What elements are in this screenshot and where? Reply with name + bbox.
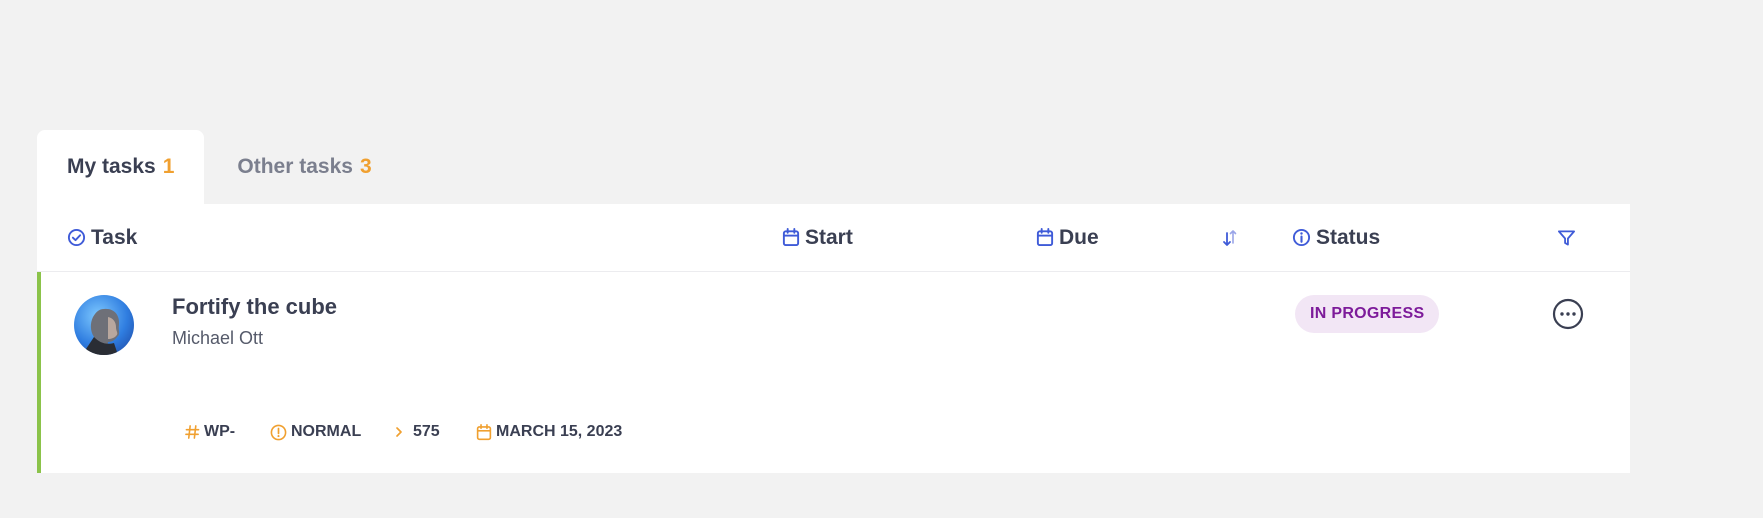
hashtag-icon (185, 425, 200, 439)
task-date-label: MARCH 15, 2023 (496, 423, 623, 440)
tab-other-tasks-count: 3 (359, 155, 372, 178)
task-list-panel: Task Start Due Status Fortify the cube M… (37, 204, 1630, 473)
sort-arrows-icon (1222, 229, 1236, 246)
calendar-icon (476, 423, 492, 440)
task-assignee: Michael Ott (172, 328, 264, 348)
column-status[interactable]: Status (1292, 204, 1380, 271)
filter-icon (1557, 229, 1576, 246)
tab-my-tasks-count: 1 (162, 155, 175, 178)
column-start[interactable]: Start (782, 204, 853, 271)
status-badge: IN PROGRESS (1295, 295, 1440, 333)
task-title[interactable]: Fortify the cube (172, 294, 337, 320)
info-icon (1292, 228, 1311, 247)
calendar-icon (782, 228, 800, 247)
more-options-button[interactable] (1551, 297, 1585, 331)
task-tabs: My tasks 1 Other tasks 3 (37, 130, 402, 204)
task-number: 575 (393, 420, 440, 444)
column-start-label: Start (805, 225, 853, 249)
sort-button[interactable] (1220, 204, 1244, 271)
task-priority: NORMAL (270, 420, 361, 444)
column-status-label: Status (1316, 225, 1381, 249)
tab-my-tasks[interactable]: My tasks 1 (37, 130, 205, 204)
filter-button[interactable] (1557, 204, 1581, 271)
task-row[interactable]: Fortify the cube Michael Ott IN PROGRESS… (37, 272, 1630, 473)
more-options-icon (1552, 298, 1584, 330)
column-task[interactable]: Task (67, 204, 137, 271)
avatar (74, 295, 134, 355)
tab-other-tasks-label: Other tasks (237, 155, 353, 178)
task-date: MARCH 15, 2023 (476, 420, 622, 444)
tab-my-tasks-label: My tasks (67, 155, 156, 178)
calendar-icon (1036, 228, 1054, 247)
alert-circle-icon (270, 424, 287, 440)
task-list-header: Task Start Due Status (37, 204, 1630, 272)
check-circle-icon (67, 228, 86, 247)
avatar-person-image (82, 308, 120, 355)
task-code-label: WP- (204, 423, 236, 440)
task-code: WP- (185, 420, 235, 444)
column-task-label: Task (91, 225, 138, 249)
chevron-right-icon (396, 427, 402, 437)
task-number-label: 575 (413, 423, 440, 440)
task-row-accent (37, 272, 41, 473)
column-due-label: Due (1059, 225, 1099, 249)
tab-other-tasks[interactable]: Other tasks 3 (204, 130, 401, 204)
task-priority-label: NORMAL (291, 423, 362, 440)
column-due[interactable]: Due (1036, 204, 1099, 271)
